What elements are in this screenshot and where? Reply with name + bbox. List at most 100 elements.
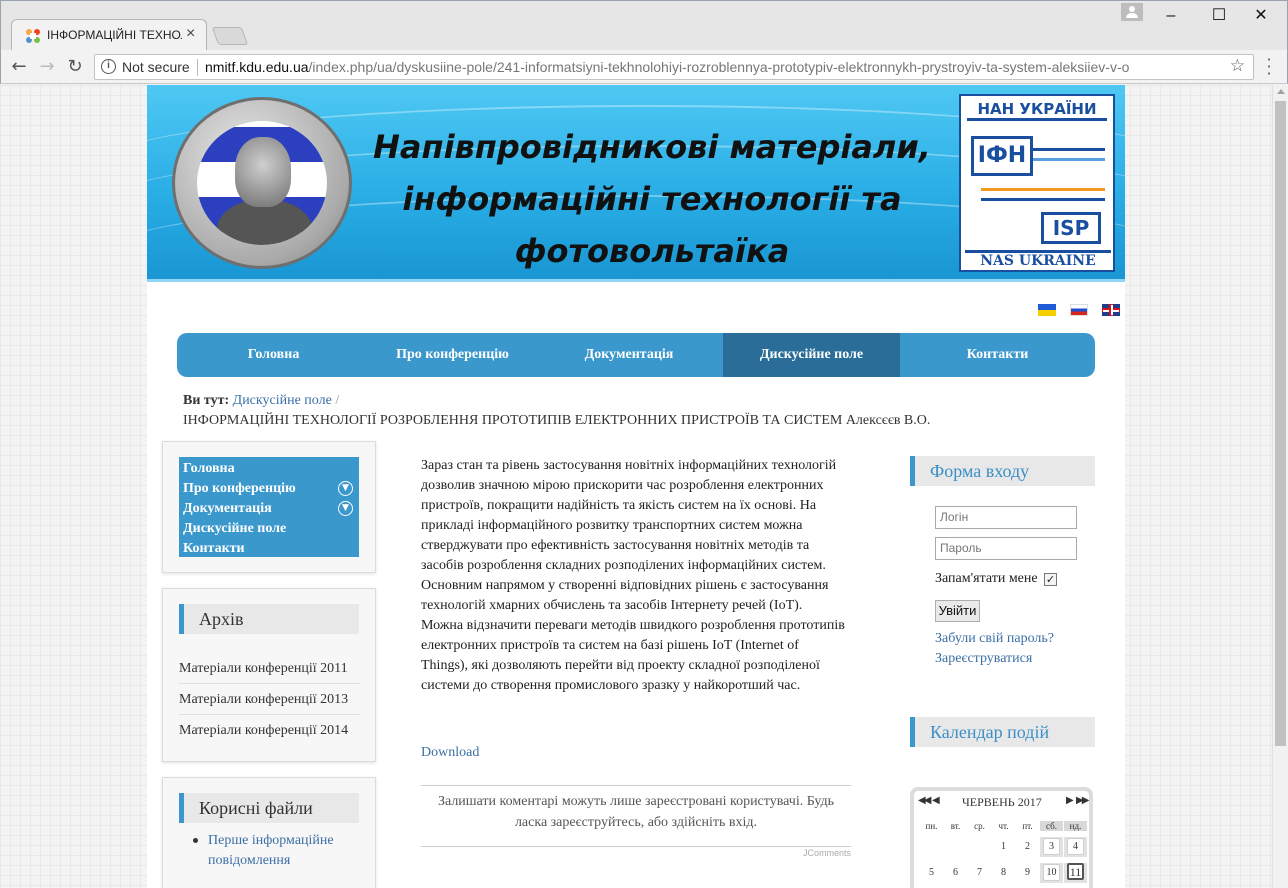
calendar-day-today[interactable]: 11 (1064, 863, 1087, 883)
login-form-title: Форма входу (910, 456, 1095, 486)
main-menu-discussion[interactable]: Дискусійне поле (723, 333, 900, 377)
banner-title-line: інформаційні технології та (402, 180, 902, 218)
calendar-day[interactable]: 1 (992, 837, 1015, 857)
scroll-up-arrow-icon[interactable] (1277, 89, 1285, 94)
prev-month-icon[interactable]: ◀ (932, 795, 940, 806)
calendar-day[interactable]: 9 (1016, 863, 1039, 883)
prev-year-icon[interactable]: ◀◀ (918, 795, 931, 806)
archive-module: Архів Матеріали конференції 2011 Матеріа… (162, 588, 376, 762)
flag-ukrainian-icon[interactable] (1038, 304, 1056, 316)
logo-line (1033, 148, 1105, 151)
article-line: Можна відзначити переваги методів швидко… (421, 618, 845, 633)
main-menu-contacts[interactable]: Контакти (900, 333, 1095, 377)
url-text[interactable]: nmitf.kdu.edu.ua/index.php/ua/dyskusiine… (205, 59, 1129, 75)
article-line: Things), які дозволяють перейти від прое… (421, 658, 820, 673)
calendar-day[interactable]: 6 (944, 863, 967, 883)
flag-russian-icon[interactable] (1070, 304, 1088, 316)
main-menu-home[interactable]: Головна (177, 333, 370, 377)
username-input[interactable]: Логін (935, 506, 1077, 529)
calendar-day[interactable]: 10 (1040, 863, 1063, 883)
jcomments-brand[interactable]: JComments (747, 848, 851, 858)
maximize-button[interactable]: ☐ (1199, 5, 1239, 27)
main-menu-documentation[interactable]: Документація (535, 333, 723, 377)
banner-title-line: Напівпровідникові матеріали, (373, 128, 931, 166)
remember-me-checkbox[interactable]: ✓ (1044, 573, 1057, 586)
left-menu-label: Про конференцію (183, 481, 296, 496)
scrollbar-thumb[interactable] (1275, 101, 1286, 746)
minimize-button[interactable]: – (1151, 5, 1191, 27)
calendar-weekday: нд. (1064, 821, 1087, 831)
page-viewport: Напівпровідникові матеріали, інформаційн… (0, 85, 1272, 888)
address-bar[interactable]: i Not secure nmitf.kdu.edu.ua/index.php/… (94, 54, 1254, 80)
left-menu-label: Контакти (183, 541, 245, 556)
nas-logo-isp: ISP (1041, 212, 1101, 244)
archive-item-2014[interactable]: Матеріали конференції 2014 (179, 715, 360, 746)
download-link[interactable]: Download (421, 745, 479, 761)
forward-arrow-icon[interactable]: → (35, 55, 59, 79)
browser-toolbar: ← → ↻ i Not secure nmitf.kdu.edu.ua/inde… (0, 50, 1288, 84)
useful-files-title: Корисні файли (179, 793, 359, 823)
article-line: пристроїв, покращити надійність та якіст… (421, 498, 817, 513)
new-tab-button[interactable] (211, 27, 249, 45)
bookmark-star-icon[interactable]: ☆ (1230, 56, 1245, 76)
banner-title-line: фотовольтаїка (514, 232, 790, 270)
article-body: Зараз стан та рівень застосування новітн… (421, 456, 853, 696)
calendar-day-number: 10 (1043, 864, 1060, 881)
events-calendar-title: Календар подій (910, 717, 1095, 747)
close-window-button[interactable]: ✕ (1241, 5, 1281, 27)
left-menu-home[interactable]: Головна (183, 459, 355, 479)
left-menu-label: Документація (183, 501, 272, 516)
expand-chevron-icon[interactable]: ▼ (338, 481, 353, 496)
left-menu-documentation[interactable]: Документація ▼ (183, 499, 355, 519)
password-input[interactable]: Пароль (935, 537, 1077, 560)
next-month-icon[interactable]: ▶ (1066, 795, 1074, 806)
nas-logo-ifn: ІФН (971, 136, 1033, 176)
calendar-day[interactable]: 2 (1016, 837, 1039, 857)
flag-english-icon[interactable] (1102, 304, 1120, 316)
calendar-day[interactable]: 7 (968, 863, 991, 883)
calendar-day[interactable]: 4 (1064, 837, 1087, 857)
left-menu: Головна Про конференцію ▼ Документація ▼ Д… (179, 457, 359, 557)
archive-item-2011[interactable]: Матеріали конференції 2011 (179, 653, 360, 684)
next-year-icon[interactable]: ▶▶ (1076, 795, 1089, 806)
calendar-weekday: пт. (1022, 821, 1033, 831)
register-link[interactable]: Зареєструватися (935, 651, 1032, 667)
browser-titlebar: ІНФОРМАЦІЙНІ ТЕХНОЛ × – ☐ ✕ (0, 0, 1288, 51)
info-icon[interactable]: i (101, 59, 116, 74)
article-line: дозволив значною мірою прискорити час ро… (421, 478, 824, 493)
browser-menu-icon[interactable]: · · · (1263, 52, 1275, 82)
back-arrow-icon[interactable]: ← (7, 55, 31, 79)
omnibox-divider (197, 59, 198, 76)
comments-divider (421, 785, 851, 786)
page-scrollbar[interactable] (1272, 85, 1288, 888)
calendar-day-number: 4 (1067, 838, 1084, 855)
remember-me-label: Запам'ятати мене (935, 571, 1038, 586)
archive-item-2013[interactable]: Матеріали конференції 2013 (179, 684, 360, 715)
tab-close-icon[interactable]: × (186, 25, 195, 43)
browser-tab[interactable]: ІНФОРМАЦІЙНІ ТЕХНОЛ × (11, 19, 207, 51)
calendar-weekday: вт. (950, 821, 961, 831)
calendar-day[interactable]: 5 (920, 863, 943, 883)
reload-icon[interactable]: ↻ (63, 55, 87, 79)
left-menu-discussion[interactable]: Дискусійне поле (183, 519, 355, 539)
article-line: стверджувати про ефективність застосуван… (421, 538, 810, 553)
breadcrumb-parent-link[interactable]: Дискусійне поле (233, 393, 332, 408)
main-menu-about[interactable]: Про конференцію (370, 333, 535, 377)
calendar-weekday: сб. (1040, 821, 1063, 831)
calendar-day-number: 3 (1043, 838, 1060, 855)
article-line: технологій хмарних обчислень та засобів … (421, 598, 803, 613)
left-menu-contacts[interactable]: Контакти (183, 539, 355, 559)
file-link-first-announcement[interactable]: Перше інформаційне повідомлення (208, 831, 358, 871)
seal-portrait (197, 121, 327, 245)
calendar-day[interactable]: 3 (1040, 837, 1063, 857)
calendar-day[interactable]: 8 (992, 863, 1015, 883)
forgot-password-link[interactable]: Забули свій пароль? (935, 631, 1054, 647)
expand-chevron-icon[interactable]: ▼ (338, 501, 353, 516)
login-button[interactable]: Увійти (935, 600, 980, 622)
left-menu-about[interactable]: Про конференцію ▼ (183, 479, 355, 499)
article-line: Зараз стан та рівень застосування новітн… (421, 458, 837, 473)
logo-line (981, 188, 1105, 191)
breadcrumb-current: ІНФОРМАЦІЙНІ ТЕХНОЛОГІЇ РОЗРОБЛЕННЯ ПРОТ… (183, 413, 931, 428)
security-label: Not secure (122, 59, 190, 75)
profile-icon[interactable] (1121, 3, 1143, 21)
